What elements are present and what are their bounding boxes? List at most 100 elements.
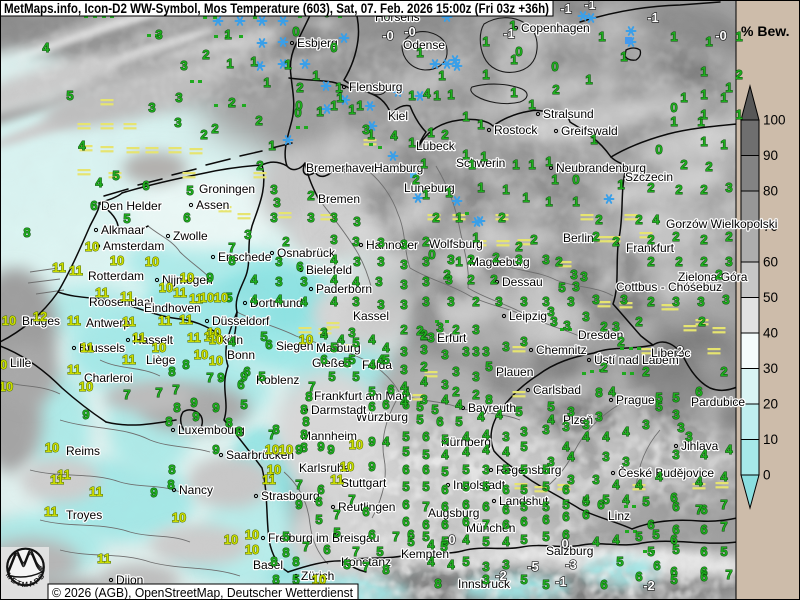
svg-text:10: 10 (209, 353, 223, 368)
svg-text:3: 3 (602, 449, 609, 464)
svg-text:6: 6 (422, 429, 429, 444)
svg-text:1: 1 (705, 34, 712, 49)
svg-text:3: 3 (400, 344, 407, 359)
svg-text:11: 11 (67, 313, 81, 328)
svg-text:5: 5 (520, 532, 527, 547)
svg-text:8: 8 (173, 400, 180, 415)
svg-text:5: 5 (402, 479, 409, 494)
svg-text:5: 5 (482, 479, 489, 494)
svg-text:5: 5 (123, 211, 130, 226)
svg-text:1: 1 (480, 149, 487, 164)
svg-text:3: 3 (622, 454, 629, 469)
svg-text:3: 3 (155, 27, 162, 42)
svg-text:1: 1 (620, 49, 627, 64)
svg-text:2: 2 (698, 314, 705, 329)
svg-text:6: 6 (672, 522, 679, 537)
svg-text:1: 1 (416, 45, 423, 60)
svg-text:7: 7 (206, 370, 213, 385)
svg-text:9: 9 (317, 439, 324, 454)
svg-text:9: 9 (150, 485, 157, 500)
svg-text:5: 5 (635, 529, 642, 544)
svg-text:4: 4 (477, 409, 485, 424)
svg-text:2: 2 (720, 364, 727, 379)
svg-text:3: 3 (352, 234, 359, 249)
svg-text:8: 8 (300, 402, 307, 417)
svg-text:10: 10 (209, 332, 223, 347)
svg-text:0: 0 (292, 24, 299, 39)
svg-text:2: 2 (492, 250, 499, 265)
svg-text:6: 6 (520, 514, 527, 529)
svg-text:Troyes: Troyes (66, 508, 102, 522)
svg-text:4: 4 (441, 447, 449, 462)
svg-text:7: 7 (123, 387, 130, 402)
svg-text:4: 4 (582, 429, 590, 444)
svg-text:10: 10 (763, 432, 778, 447)
svg-text:1: 1 (510, 85, 517, 100)
svg-text:5: 5 (343, 557, 350, 572)
svg-text:1: 1 (316, 104, 323, 119)
svg-text:7: 7 (422, 499, 429, 514)
svg-text:0: 0 (561, 536, 568, 551)
svg-text:3: 3 (563, 318, 570, 333)
svg-text:3: 3 (567, 294, 574, 309)
svg-text:2: 2 (725, 229, 732, 244)
svg-text:4: 4 (250, 272, 258, 287)
svg-text:4: 4 (95, 175, 103, 190)
svg-text:2: 2 (647, 180, 654, 195)
svg-text:Chemnitz: Chemnitz (536, 343, 587, 357)
svg-text:6: 6 (647, 517, 654, 532)
svg-text:1: 1 (482, 67, 489, 82)
svg-text:1: 1 (348, 102, 355, 117)
svg-text:3: 3 (330, 232, 337, 247)
svg-text:5: 5 (416, 412, 423, 427)
svg-text:2: 2 (498, 210, 505, 225)
svg-text:5: 5 (672, 542, 679, 557)
svg-text:2: 2 (472, 294, 479, 309)
svg-text:6: 6 (441, 517, 448, 532)
svg-text:3: 3 (697, 294, 704, 309)
svg-text:1: 1 (512, 157, 519, 172)
svg-text:Ingolstadt: Ingolstadt (453, 478, 506, 492)
svg-text:6: 6 (362, 504, 369, 519)
svg-text:11: 11 (122, 314, 136, 329)
svg-text:2: 2 (467, 252, 474, 267)
svg-text:2: 2 (530, 232, 537, 247)
svg-text:3: 3 (642, 417, 649, 432)
svg-text:3: 3 (520, 334, 527, 349)
svg-text:Stralsund: Stralsund (543, 107, 594, 121)
svg-text:5: 5 (282, 529, 289, 544)
svg-text:3: 3 (375, 274, 382, 289)
svg-text:4: 4 (725, 442, 733, 457)
svg-text:5: 5 (240, 397, 247, 412)
svg-text:5: 5 (382, 352, 389, 367)
svg-text:5: 5 (520, 499, 527, 514)
svg-text:3: 3 (592, 292, 599, 307)
svg-text:Groningen: Groningen (199, 182, 255, 196)
svg-text:1: 1 (735, 29, 742, 44)
svg-text:10: 10 (267, 462, 281, 477)
svg-text:7: 7 (695, 502, 702, 517)
svg-text:5: 5 (330, 340, 337, 355)
svg-text:2: 2 (647, 254, 654, 269)
svg-text:3: 3 (275, 274, 282, 289)
svg-text:0: 0 (330, 40, 337, 55)
svg-text:3: 3 (400, 277, 407, 292)
svg-text:-0: -0 (382, 28, 394, 43)
svg-text:4: 4 (382, 434, 390, 449)
svg-text:7: 7 (720, 497, 727, 512)
svg-text:Salzburg: Salzburg (546, 544, 593, 558)
svg-text:2: 2 (700, 254, 707, 269)
svg-text:5: 5 (402, 429, 409, 444)
svg-text:2: 2 (715, 267, 722, 282)
svg-text:4: 4 (582, 492, 590, 507)
svg-text:2: 2 (592, 229, 599, 244)
svg-text:Copenhagen: Copenhagen (521, 21, 590, 35)
svg-text:3: 3 (482, 344, 489, 359)
svg-text:6: 6 (402, 462, 409, 477)
svg-text:3: 3 (420, 342, 427, 357)
svg-text:11: 11 (122, 352, 136, 367)
svg-text:3: 3 (422, 274, 429, 289)
svg-text:3: 3 (562, 419, 569, 434)
svg-text:10: 10 (194, 347, 208, 362)
svg-text:4: 4 (482, 442, 490, 457)
